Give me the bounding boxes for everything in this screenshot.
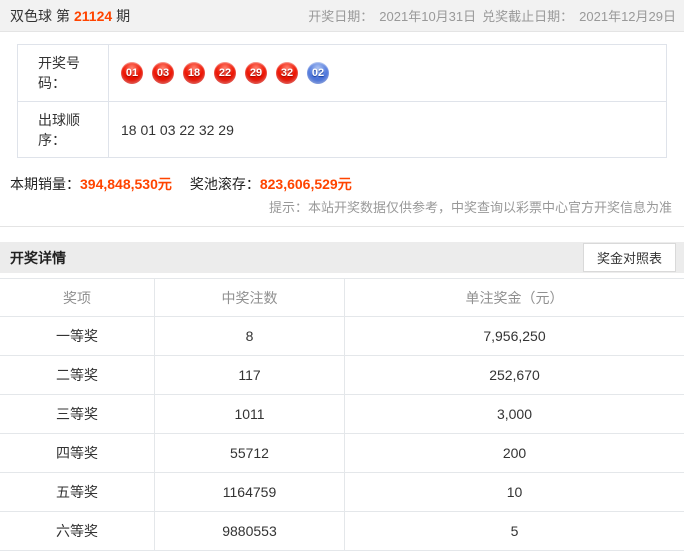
- prize-level: 三等奖: [0, 395, 155, 433]
- winner-count: 1011: [155, 395, 345, 433]
- prize-table-header: 奖项 中奖注数 单注奖金（元）: [0, 279, 684, 317]
- draw-date-value: 2021年10月31日: [379, 6, 476, 25]
- prize-level: 二等奖: [0, 356, 155, 394]
- prize-amount: 3,000: [345, 395, 684, 433]
- prize-amount: 5: [345, 512, 684, 550]
- draw-info-panel: 开奖号码： 01 03 18 22 29 32 02 出球顺序： 18 01 0…: [0, 32, 684, 227]
- prize-amount: 10: [345, 473, 684, 511]
- sales-label: 本期销量：: [10, 174, 80, 194]
- page-title: 双色球 第 21124 期: [10, 6, 130, 26]
- winning-numbers-row: 开奖号码： 01 03 18 22 29 32 02: [18, 45, 666, 101]
- game-name: 双色球: [10, 6, 52, 26]
- prize-table: 奖项 中奖注数 单注奖金（元） 一等奖 8 7,956,250 二等奖 117 …: [0, 278, 684, 551]
- winning-numbers: 01 03 18 22 29 32 02: [109, 45, 666, 101]
- draw-date-label: 开奖日期：: [308, 6, 373, 25]
- winner-count: 9880553: [155, 512, 345, 550]
- red-ball: 22: [214, 62, 236, 84]
- prize-compare-button[interactable]: 奖金对照表: [583, 243, 676, 272]
- sales-info: 本期销量： 394,848,530元 奖池滚存： 823,606,529元: [0, 174, 684, 194]
- redeem-deadline-label: 兑奖截止日期：: [482, 6, 573, 25]
- draw-order-label: 出球顺序：: [18, 102, 109, 157]
- draw-order-value: 18 01 03 22 32 29: [109, 102, 666, 157]
- winner-count: 1164759: [155, 473, 345, 511]
- prize-level: 六等奖: [0, 512, 155, 550]
- redeem-deadline-value: 2021年12月29日: [579, 6, 676, 25]
- winner-count: 117: [155, 356, 345, 394]
- issue-suffix: 期: [116, 6, 130, 26]
- table-row: 一等奖 8 7,956,250: [0, 317, 684, 356]
- prize-amount: 200: [345, 434, 684, 472]
- winning-numbers-label: 开奖号码：: [18, 45, 109, 101]
- red-ball: 03: [152, 62, 174, 84]
- table-row: 四等奖 55712 200: [0, 434, 684, 473]
- prize-amount: 7,956,250: [345, 317, 684, 355]
- red-ball: 32: [276, 62, 298, 84]
- issue-number: 21124: [74, 8, 112, 24]
- pool-value: 823,606,529元: [260, 174, 352, 194]
- col-header-level: 奖项: [0, 279, 155, 316]
- prize-level: 四等奖: [0, 434, 155, 472]
- red-ball: 01: [121, 62, 143, 84]
- pool-label: 奖池滚存：: [190, 174, 260, 194]
- result-header-bar: 双色球 第 21124 期 开奖日期： 2021年10月31日 兑奖截止日期： 20…: [0, 0, 684, 32]
- col-header-prize: 单注奖金（元）: [345, 279, 684, 316]
- disclaimer-tip: 提示：本站开奖数据仅供参考，中奖查询以彩票中心官方开奖信息为准: [0, 198, 684, 218]
- prize-level: 五等奖: [0, 473, 155, 511]
- details-section-title: 开奖详情: [10, 248, 66, 268]
- draw-info-table: 开奖号码： 01 03 18 22 29 32 02 出球顺序： 18 01 0…: [17, 44, 667, 158]
- red-ball: 18: [183, 62, 205, 84]
- details-section-bar: 开奖详情 奖金对照表: [0, 242, 684, 273]
- winner-count: 8: [155, 317, 345, 355]
- winner-count: 55712: [155, 434, 345, 472]
- issue-prefix: 第: [56, 6, 70, 26]
- red-ball: 29: [245, 62, 267, 84]
- draw-dates: 开奖日期： 2021年10月31日 兑奖截止日期： 2021年12月29日: [308, 6, 676, 25]
- lottery-result-page: 双色球 第 21124 期 开奖日期： 2021年10月31日 兑奖截止日期： 20…: [0, 0, 684, 551]
- col-header-count: 中奖注数: [155, 279, 345, 316]
- draw-order-row: 出球顺序： 18 01 03 22 32 29: [18, 101, 666, 157]
- table-row: 六等奖 9880553 5: [0, 512, 684, 551]
- sales-value: 394,848,530元: [80, 174, 172, 194]
- prize-amount: 252,670: [345, 356, 684, 394]
- table-row: 二等奖 117 252,670: [0, 356, 684, 395]
- prize-level: 一等奖: [0, 317, 155, 355]
- table-row: 三等奖 1011 3,000: [0, 395, 684, 434]
- table-row: 五等奖 1164759 10: [0, 473, 684, 512]
- blue-ball: 02: [307, 62, 329, 84]
